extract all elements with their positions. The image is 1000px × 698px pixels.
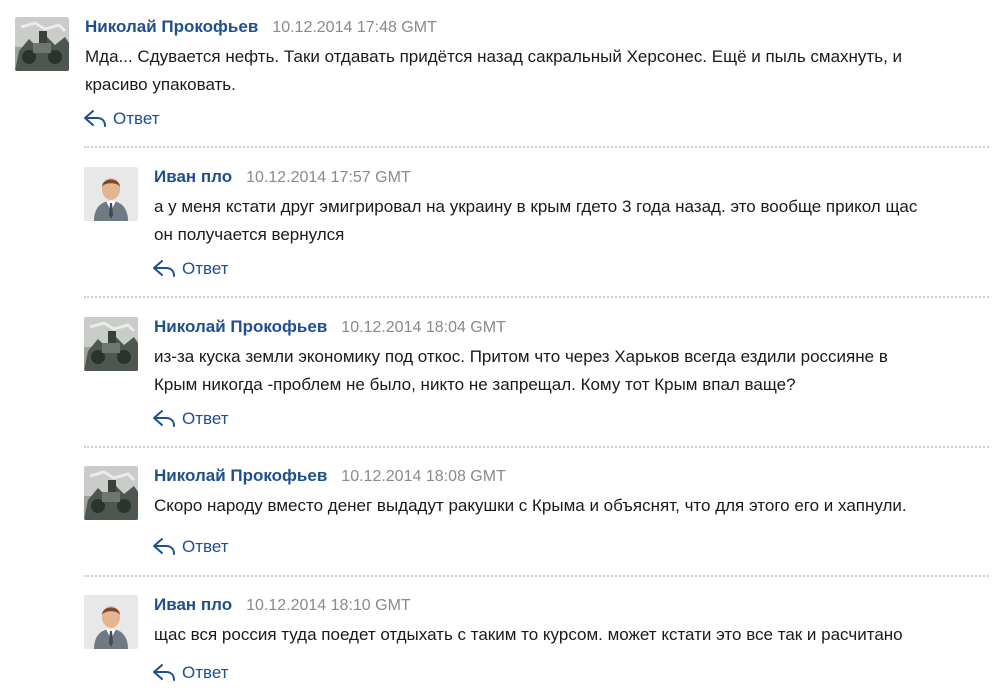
author-name[interactable]: Николай Прокофьев — [85, 17, 258, 36]
comment-header: Николай Прокофьев 10.12.2014 18:08 GMT — [154, 466, 506, 487]
reply-arrow-icon — [152, 662, 176, 682]
avatar[interactable] — [84, 317, 138, 371]
comment-date: 10.12.2014 18:08 GMT — [341, 468, 506, 485]
author-name[interactable]: Николай Прокофьев — [154, 317, 327, 336]
avatar[interactable] — [15, 17, 69, 71]
reply-arrow-icon — [83, 108, 107, 128]
comment-text: а у меня кстати друг эмигрировал на укра… — [154, 197, 918, 244]
reply-label: Ответ — [182, 663, 229, 682]
separator — [84, 446, 989, 448]
comment-text: Мда... Сдувается нефть. Таки отдавать пр… — [85, 47, 903, 94]
comment: Иван пло 10.12.2014 18:10 GMT щас вся рос… — [84, 595, 990, 690]
avatar-photo — [84, 317, 138, 371]
comment-date: 10.12.2014 17:57 GMT — [246, 169, 411, 186]
separator — [84, 146, 989, 148]
author-name[interactable]: Николай Прокофьев — [154, 466, 327, 485]
author-name[interactable]: Иван пло — [154, 595, 232, 614]
comment: Николай Прокофьев 10.12.2014 17:48 GMT Мд… — [15, 17, 990, 129]
comment-text: щас вся россия туда поедет отдыхать с та… — [154, 625, 903, 644]
avatar-default-user-icon — [84, 595, 138, 649]
comment: Николай Прокофьев 10.12.2014 18:08 GMT Ск… — [84, 466, 990, 561]
avatar[interactable] — [84, 595, 138, 649]
comment-header: Николай Прокофьев 10.12.2014 18:04 GMT — [154, 317, 506, 338]
comment-header: Иван пло 10.12.2014 17:57 GMT — [154, 167, 411, 188]
comment-date: 10.12.2014 18:10 GMT — [246, 597, 411, 614]
author-name[interactable]: Иван пло — [154, 167, 232, 186]
reply-button[interactable]: Ответ — [152, 258, 229, 279]
avatar[interactable] — [84, 167, 138, 221]
reply-arrow-icon — [152, 408, 176, 428]
comment: Иван пло 10.12.2014 17:57 GMT а у меня кс… — [84, 167, 990, 279]
reply-arrow-icon — [152, 536, 176, 556]
avatar-default-user-icon — [84, 167, 138, 221]
reply-button[interactable]: Ответ — [152, 408, 229, 429]
avatar-photo — [15, 17, 69, 71]
reply-button[interactable]: Ответ — [152, 536, 229, 557]
reply-button[interactable]: Ответ — [152, 662, 229, 683]
separator — [84, 575, 989, 577]
comment-text: из-за куска земли экономику под откос. П… — [154, 347, 888, 394]
reply-label: Ответ — [182, 537, 229, 556]
reply-label: Ответ — [182, 409, 229, 428]
avatar-photo — [84, 466, 138, 520]
avatar[interactable] — [84, 466, 138, 520]
comment-thread: Николай Прокофьев 10.12.2014 17:48 GMT Мд… — [0, 0, 1000, 698]
comment-date: 10.12.2014 17:48 GMT — [272, 19, 437, 36]
comment: Николай Прокофьев 10.12.2014 18:04 GMT из… — [84, 317, 990, 429]
reply-arrow-icon — [152, 258, 176, 278]
comment-date: 10.12.2014 18:04 GMT — [341, 319, 506, 336]
reply-label: Ответ — [113, 109, 160, 128]
reply-label: Ответ — [182, 259, 229, 278]
comment-text: Скоро народу вместо денег выдадут ракушк… — [154, 496, 907, 515]
separator — [84, 296, 989, 298]
comment-header: Николай Прокофьев 10.12.2014 17:48 GMT — [85, 17, 437, 38]
reply-button[interactable]: Ответ — [83, 108, 160, 129]
comment-header: Иван пло 10.12.2014 18:10 GMT — [154, 595, 411, 616]
